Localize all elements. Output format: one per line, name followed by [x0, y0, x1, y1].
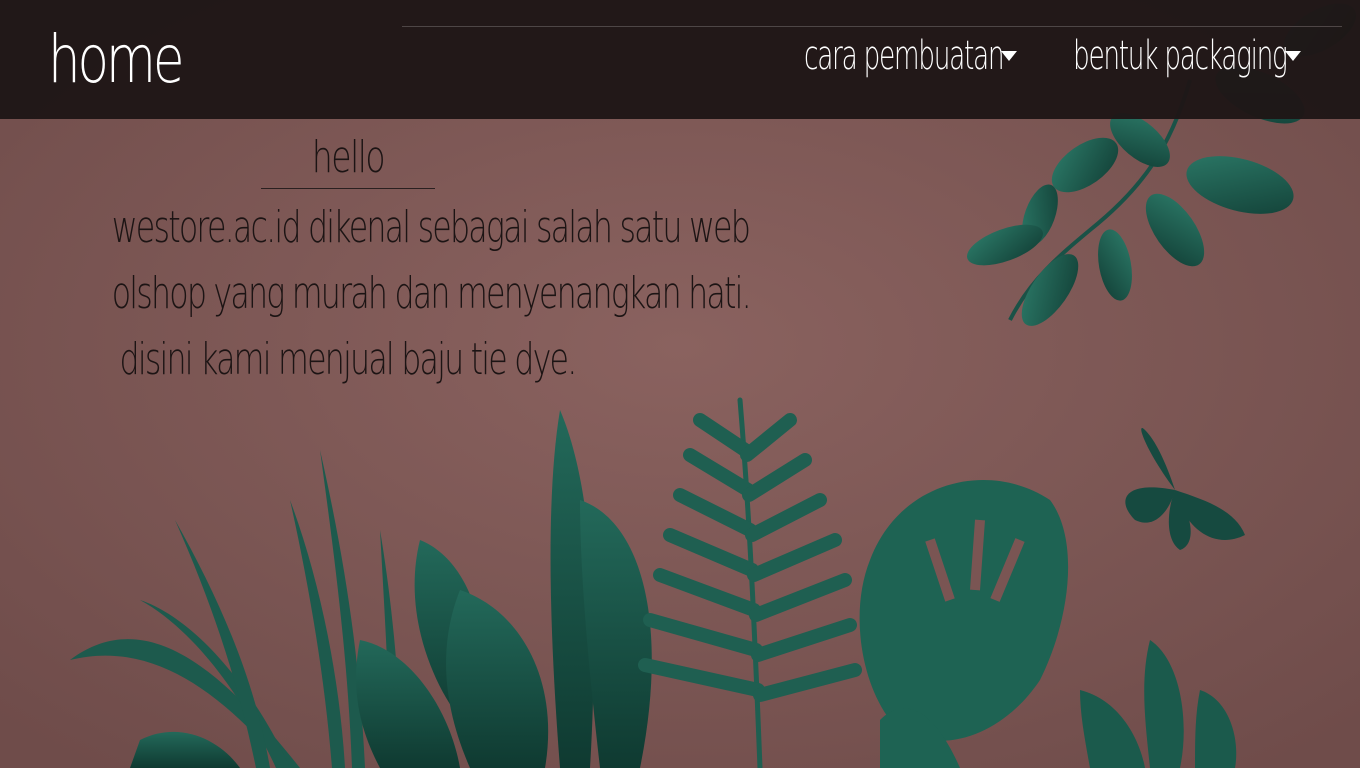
intro-paragraph-line: olshop yang murah dan menyenangkan hati. — [111, 268, 752, 319]
top-navbar: home cara pembuatan bentuk packaging — [0, 0, 1360, 119]
nav-divider — [402, 26, 1342, 27]
nav-dropdown-bentuk-packaging[interactable]: bentuk packaging — [1073, 28, 1308, 84]
intro-paragraph: westore.ac.id dikenal sebagai salah satu… — [111, 195, 752, 393]
intro-section: hello westore.ac.id dikenal sebagai sala… — [20, 130, 752, 393]
nav-dropdown-cara-pembuatan[interactable]: cara pembuatan — [804, 28, 1022, 84]
nav-dropdown-label: cara pembuatan — [804, 33, 1005, 79]
caret-down-icon — [1001, 51, 1017, 61]
intro-heading-text: hello — [311, 132, 385, 183]
caret-down-icon — [1285, 51, 1301, 61]
home-link[interactable]: home — [48, 10, 185, 110]
intro-paragraph-line: disini kami menjual baju tie dye. — [119, 334, 578, 385]
intro-heading: hello — [260, 130, 435, 189]
intro-paragraph-line: westore.ac.id dikenal sebagai salah satu… — [111, 202, 751, 253]
nav-dropdown-label: bentuk packaging — [1073, 33, 1288, 79]
